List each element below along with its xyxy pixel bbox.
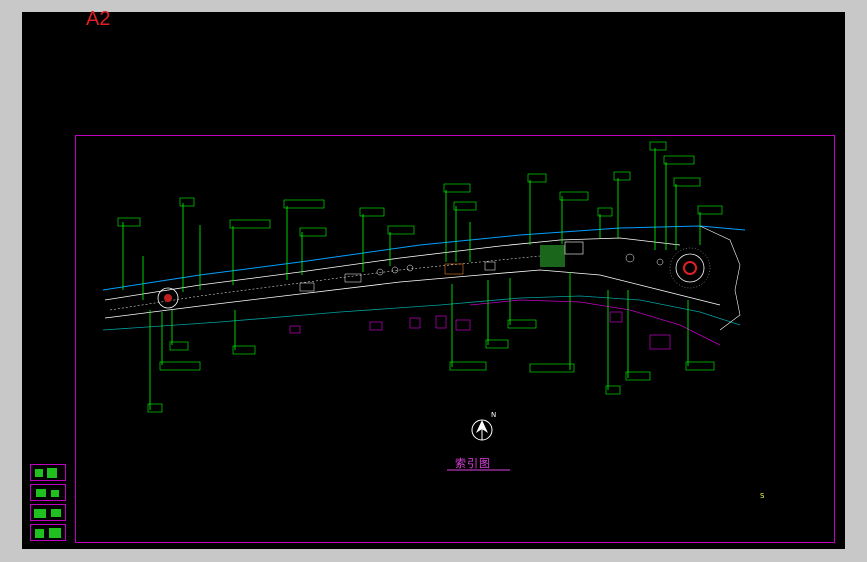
feature-2 bbox=[344, 273, 362, 283]
thumbnail-3 bbox=[30, 504, 66, 521]
north-label: N bbox=[491, 411, 497, 419]
garden-patch bbox=[540, 245, 565, 267]
thumbnail-2 bbox=[30, 484, 66, 501]
thumbnail-4 bbox=[30, 524, 66, 541]
footer-mark: S bbox=[760, 492, 765, 500]
site-index-plan bbox=[102, 141, 746, 471]
magenta-parcel-4 bbox=[455, 319, 471, 331]
feature-4 bbox=[484, 261, 496, 271]
east-boundary bbox=[699, 225, 741, 331]
tree-1 bbox=[376, 268, 384, 276]
feature-3 bbox=[444, 263, 464, 275]
callout-boxes bbox=[117, 141, 723, 413]
tree-4 bbox=[625, 253, 635, 263]
feature-1 bbox=[299, 282, 315, 292]
magenta-parcel-1 bbox=[369, 321, 383, 331]
promenade-edge-north bbox=[104, 237, 681, 301]
tree-2 bbox=[391, 266, 399, 274]
east-plaza-core bbox=[683, 261, 697, 275]
shoreline bbox=[102, 225, 746, 291]
leader-lines bbox=[122, 148, 701, 410]
magenta-parcel-5 bbox=[289, 325, 301, 334]
sheet-thumbnails bbox=[30, 464, 66, 544]
magenta-parcel-7 bbox=[609, 311, 623, 323]
building-block bbox=[564, 241, 584, 255]
east-plaza bbox=[675, 253, 705, 283]
magenta-parcel-6 bbox=[649, 334, 671, 350]
index-title: 索引图 bbox=[455, 457, 491, 470]
road-edge bbox=[102, 295, 741, 331]
magenta-boundary bbox=[469, 299, 721, 346]
magenta-parcel-2 bbox=[409, 317, 421, 329]
tree-5 bbox=[656, 258, 664, 266]
west-plaza-core bbox=[164, 294, 172, 302]
magenta-parcel-3 bbox=[435, 315, 447, 329]
tree-3 bbox=[406, 264, 414, 272]
north-arrow-icon bbox=[471, 419, 493, 441]
thumbnail-1 bbox=[30, 464, 66, 481]
